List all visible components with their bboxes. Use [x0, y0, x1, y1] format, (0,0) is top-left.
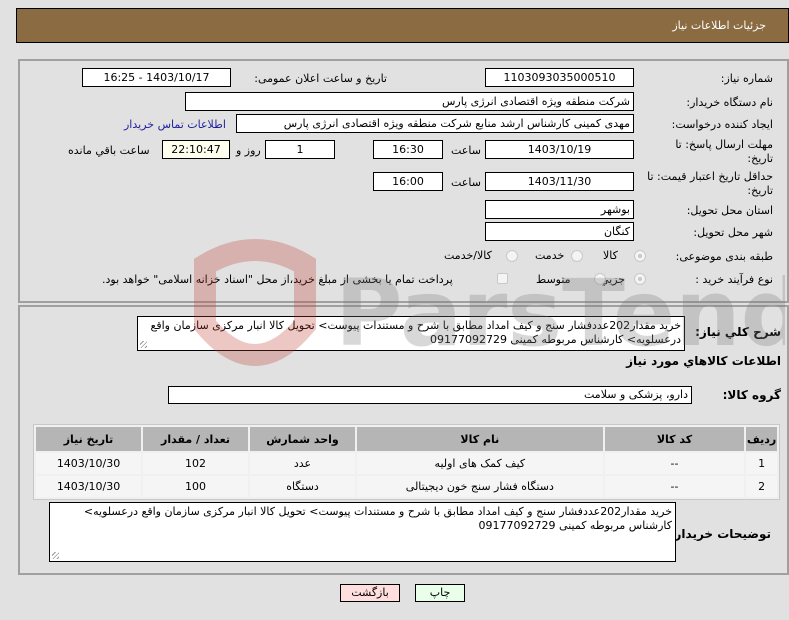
cell-unit: دستگاه [250, 476, 355, 497]
goods-group-field: دارو، پزشکی و سلامت [168, 386, 692, 404]
purchase-radio-minor[interactable] [634, 273, 646, 285]
creator-field: مهدی کمینی کارشناس ارشد منابع شرکت منطقه… [236, 114, 634, 133]
page-header: جزئیات اطلاعات نیاز [16, 8, 789, 43]
col-unit: واحد شمارش [250, 427, 355, 451]
description-label: شرح کلي نیاز: [695, 325, 781, 339]
need-number-field: 1103093035000510 [485, 68, 634, 87]
reply-time-label: ساعت [451, 144, 481, 157]
category-goods-label: کالا [603, 249, 618, 262]
col-code: کد کالا [604, 427, 745, 451]
reply-deadline-date: 1403/10/19 [485, 140, 634, 159]
cell-qty: 102 [143, 453, 249, 474]
category-radio-goods[interactable] [634, 250, 646, 262]
announce-datetime-label: تاریخ و ساعت اعلان عمومی: [254, 72, 387, 85]
resize-grip-icon[interactable] [52, 552, 59, 559]
category-radio-service[interactable] [571, 250, 583, 262]
cell-date: 1403/10/30 [36, 476, 142, 497]
treasury-checkbox-label: پرداخت تمام یا بخشی از مبلغ خرید،از محل … [102, 273, 453, 286]
goods-table: ردیف کد کالا نام کالا واحد شمارش تعداد /… [33, 424, 780, 500]
category-service-label: خدمت [535, 249, 565, 262]
city-label: شهر محل تحویل: [693, 226, 773, 239]
category-label: طبقه بندی موضوعی: [675, 250, 773, 263]
table-row: 1 -- کیف کمک های اولیه عدد 102 1403/10/3… [36, 453, 777, 474]
price-validity-time: 16:00 [373, 172, 443, 191]
goods-table-header: ردیف کد کالا نام کالا واحد شمارش تعداد /… [36, 427, 777, 451]
buyer-org-field: شرکت منطقه ویژه اقتصادی انرژی پارس [185, 92, 634, 111]
cell-name: دستگاه فشار سنج خون دیجیتالی [357, 476, 603, 497]
need-number-label: شماره نیاز: [720, 72, 773, 85]
back-button[interactable]: بازگشت [340, 584, 400, 602]
col-date: تاریخ نیاز [36, 427, 142, 451]
province-label: استان محل تحویل: [686, 204, 773, 217]
reply-deadline-label-2: تاریخ: [747, 152, 773, 165]
announce-datetime-field: 1403/10/17 - 16:25 [82, 68, 231, 87]
cell-unit: عدد [250, 453, 355, 474]
page-title: جزئیات اطلاعات نیاز [672, 19, 766, 32]
purchase-radio-medium[interactable] [594, 273, 606, 285]
buyer-contact-link[interactable]: اطلاعات تماس خریدار [124, 118, 226, 131]
category-goods-service-label: کالا/خدمت [444, 249, 492, 262]
cell-name: کیف کمک های اولیه [357, 453, 603, 474]
price-validity-label-2: تاریخ: [747, 184, 773, 197]
buyer-notes-textarea[interactable]: خرید مقدار202عددفشار سنج و کیف امداد مطا… [49, 502, 676, 562]
province-field: بوشهر [485, 200, 634, 219]
goods-group-label: گروه کالا: [722, 388, 781, 402]
price-validity-date: 1403/11/30 [485, 172, 634, 191]
buyer-notes-label: توضیحات خریدار: [669, 527, 771, 541]
cell-code: -- [604, 476, 745, 497]
col-qty: تعداد / مقدار [143, 427, 249, 451]
cell-row: 2 [746, 476, 777, 497]
description-text: خرید مقدار202عددفشار سنج و کیف امداد مطا… [150, 319, 682, 346]
cell-code: -- [604, 453, 745, 474]
buyer-notes-text: خرید مقدار202عددفشار سنج و کیف امداد مطا… [83, 505, 672, 532]
buyer-org-label: نام دستگاه خریدار: [686, 96, 773, 109]
col-row: ردیف [746, 427, 777, 451]
resize-grip-icon[interactable] [140, 341, 147, 348]
cell-date: 1403/10/30 [36, 453, 142, 474]
creator-label: ایجاد کننده درخواست: [671, 118, 773, 131]
print-button[interactable]: چاپ [415, 584, 465, 602]
city-field: کنگان [485, 222, 634, 241]
remaining-days-field: 1 [265, 140, 335, 159]
cell-row: 1 [746, 453, 777, 474]
remaining-time-label: ساعت باقي مانده [68, 144, 150, 157]
reply-deadline-time: 16:30 [373, 140, 443, 159]
treasury-checkbox[interactable] [497, 273, 508, 284]
cell-qty: 100 [143, 476, 249, 497]
table-row: 2 -- دستگاه فشار سنج خون دیجیتالی دستگاه… [36, 476, 777, 497]
remaining-time-field: 22:10:47 [162, 140, 230, 159]
price-validity-label: حداقل تاریخ اعتبار قیمت: تا [647, 170, 773, 183]
reply-deadline-label: مهلت ارسال پاسخ: تا [675, 138, 773, 151]
purchase-type-label: نوع فرآیند خرید : [695, 273, 773, 286]
days-label: روز و [236, 144, 261, 157]
description-textarea[interactable]: خرید مقدار202عددفشار سنج و کیف امداد مطا… [137, 316, 685, 351]
goods-section-title: اطلاعات کالاهاي مورد نیاز [626, 354, 781, 368]
category-radio-goods-service[interactable] [506, 250, 518, 262]
price-time-label: ساعت [451, 176, 481, 189]
col-name: نام کالا [357, 427, 603, 451]
purchase-medium-label: متوسط [536, 273, 571, 286]
